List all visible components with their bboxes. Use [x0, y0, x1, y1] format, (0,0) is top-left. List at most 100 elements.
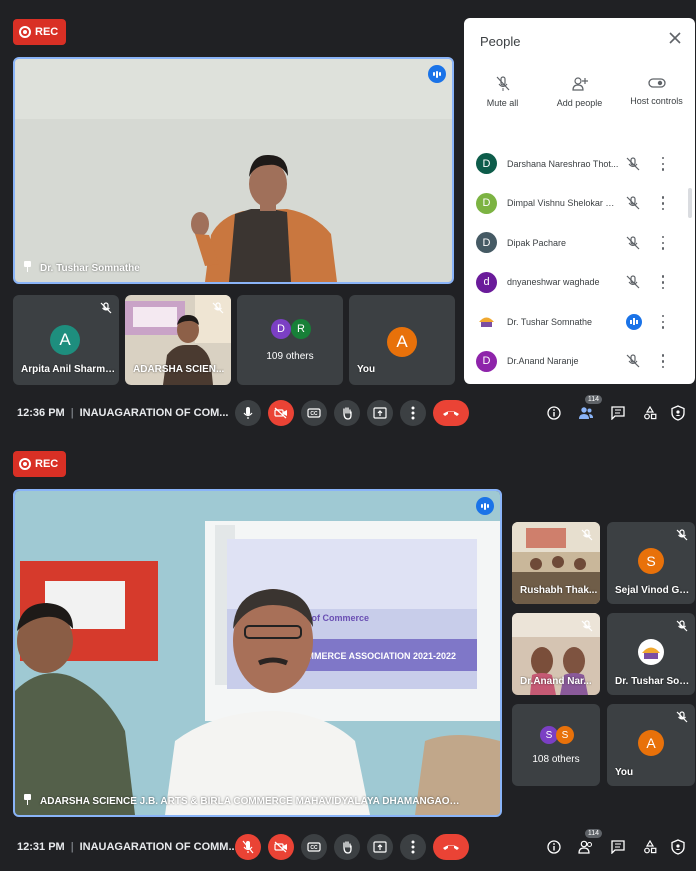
activities-icon [644, 406, 657, 420]
more-vert-icon [411, 406, 415, 420]
microphone-button[interactable] [235, 834, 261, 860]
host-controls-button[interactable] [668, 403, 688, 423]
speaking-indicator-icon [626, 313, 642, 330]
avatar: A [387, 327, 417, 357]
others-count-label: 108 others [532, 754, 580, 765]
svg-text:CC: CC [310, 411, 318, 417]
hand-icon [343, 841, 352, 854]
participant-tile[interactable]: A Arpita Anil Sharma ... [13, 295, 119, 385]
mic-off-icon [626, 157, 640, 171]
participant-name: Dipak Pachare [507, 237, 567, 248]
mute-participant-button[interactable] [626, 354, 640, 368]
close-icon [669, 32, 681, 44]
raise-hand-button[interactable] [334, 400, 360, 426]
more-vert-icon[interactable] [660, 314, 666, 329]
pin-icon [23, 794, 32, 805]
host-controls-label: Host controls [630, 96, 683, 106]
mute-all-button[interactable]: Mute all [468, 76, 538, 126]
camera-button[interactable] [268, 834, 294, 860]
people-panel-title: People [480, 34, 521, 49]
activities-button[interactable] [640, 403, 660, 423]
avatar: D [476, 153, 497, 175]
hang-up-icon [443, 411, 459, 416]
avatar: D [476, 350, 497, 372]
mic-off-icon [626, 275, 640, 289]
avatar: R [291, 319, 311, 339]
mute-participant-button[interactable] [626, 157, 640, 171]
activities-button[interactable] [640, 837, 660, 857]
more-options-button[interactable] [400, 400, 426, 426]
main-speaker-tile[interactable]: Department of Commerce COMMERCE ASSOCIAT… [13, 489, 502, 817]
microphone-button[interactable] [235, 400, 261, 426]
participant-row[interactable]: D Dr.Anand Naranje [464, 342, 695, 382]
meeting-title: INAUAGARATION OF COM... [79, 407, 229, 419]
captions-button[interactable]: CC [301, 834, 327, 860]
more-vert-icon[interactable] [660, 275, 666, 290]
more-options-button[interactable] [400, 834, 426, 860]
chat-button[interactable] [608, 837, 628, 857]
people-list-scrollbar[interactable] [688, 188, 692, 218]
present-icon [373, 407, 387, 419]
camera-button[interactable] [268, 400, 294, 426]
avatar: D [271, 319, 291, 339]
chat-button[interactable] [608, 403, 628, 423]
others-count-label: 109 others [266, 351, 314, 362]
avatar: A [638, 730, 664, 756]
participant-row[interactable]: D Dimpal Vishnu Shelokar Di... [464, 184, 695, 224]
more-vert-icon[interactable] [660, 196, 666, 211]
participant-row[interactable]: D Dipak Pachare [464, 223, 695, 263]
participant-name: Dr. Tushar Somnathe [507, 316, 593, 327]
mic-off-icon [626, 236, 640, 250]
meeting-details-button[interactable] [544, 403, 564, 423]
others-tile[interactable]: S S 108 others [512, 704, 600, 786]
people-button[interactable]: 114 [576, 395, 602, 423]
avatar: S [556, 726, 574, 744]
mute-participant-button[interactable] [626, 275, 640, 289]
speaking-indicator-icon [476, 497, 494, 515]
participant-row[interactable]: Dr. Tushar Somnathe [464, 302, 695, 342]
meeting-details-button[interactable] [544, 837, 564, 857]
add-people-button[interactable]: Add people [545, 76, 615, 126]
participant-row[interactable]: D Darshana Nareshrao Thot... [464, 144, 695, 184]
participant-name: Dr.Anand Naranje [507, 356, 579, 367]
more-vert-icon[interactable] [660, 156, 666, 171]
present-button[interactable] [367, 400, 393, 426]
add-people-label: Add people [556, 98, 603, 108]
hand-icon [343, 407, 352, 420]
present-button[interactable] [367, 834, 393, 860]
svg-text:CC: CC [310, 845, 318, 851]
participant-row[interactable]: DDr.Anand Naranje [464, 381, 695, 384]
captions-button[interactable]: CC [301, 400, 327, 426]
others-tile[interactable]: D R 109 others [237, 295, 343, 385]
participant-tile[interactable]: Dr. Tushar Som... [607, 613, 695, 695]
participant-tile[interactable]: ADARSHA SCIEN... [125, 295, 231, 385]
profile-photo-avatar [476, 311, 497, 333]
main-speaker-tile[interactable]: Dr. Tushar Somnathe [13, 57, 454, 284]
speaker-figure [15, 59, 452, 282]
participant-name: Dimpal Vishnu Shelokar Di... [507, 198, 619, 209]
add-person-icon [571, 77, 588, 91]
mute-participant-button[interactable] [626, 196, 640, 210]
raise-hand-button[interactable] [334, 834, 360, 860]
host-controls-toggle-button[interactable]: Host controls [622, 76, 692, 126]
mute-participant-button[interactable] [626, 236, 640, 250]
slide-banner: COMMERCE ASSOCIATION 2021-2022 [293, 651, 456, 661]
participant-name: Arpita Anil Sharma ... [21, 364, 117, 375]
host-controls-button[interactable] [668, 837, 688, 857]
more-vert-icon[interactable] [660, 235, 666, 250]
end-call-button[interactable] [433, 400, 469, 426]
participant-tile[interactable]: Dr.Anand Nar... [512, 613, 600, 695]
participant-tile[interactable]: S Sejal Vinod Gaj... [607, 522, 695, 604]
captions-icon: CC [307, 842, 321, 852]
self-tile[interactable]: A You [349, 295, 455, 385]
people-actions: Mute all Add people Host controls [464, 76, 695, 126]
end-call-button[interactable] [433, 834, 469, 860]
participant-row[interactable]: d dnyaneshwar waghade [464, 263, 695, 303]
more-vert-icon[interactable] [660, 354, 666, 369]
participant-tile[interactable]: Rushabh Thak... [512, 522, 600, 604]
self-tile[interactable]: A You [607, 704, 695, 786]
close-people-panel-button[interactable] [667, 30, 683, 46]
captions-icon: CC [307, 408, 321, 418]
people-button[interactable]: 114 [576, 829, 602, 857]
activities-icon [644, 840, 657, 854]
